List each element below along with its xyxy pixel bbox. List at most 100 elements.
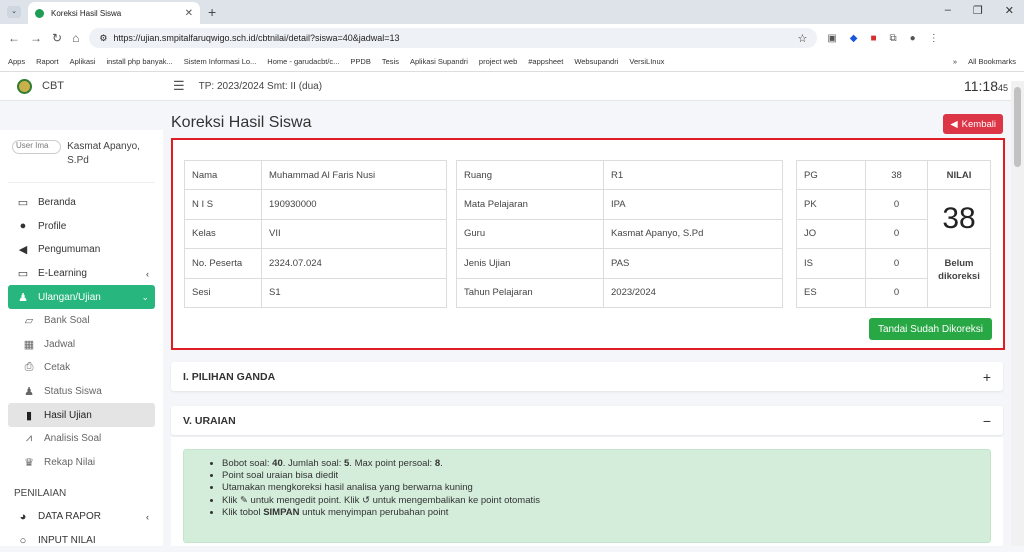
home-icon[interactable]: ⌂ <box>72 31 79 45</box>
bookmark-item[interactable]: #appsheet <box>528 57 563 66</box>
page-scrollbar[interactable] <box>1011 81 1024 546</box>
score-label: JO <box>796 218 866 250</box>
section-uraian[interactable]: V. URAIAN − <box>171 406 1003 435</box>
forward-arrow-icon[interactable]: → <box>30 31 42 45</box>
info-text: untuk mengedit point. Klik <box>247 494 362 506</box>
close-tab-icon[interactable]: ✕ <box>185 8 193 19</box>
chevron-down-icon: ⌄ <box>141 291 149 302</box>
sidebar-item-data-rapor[interactable]: ◕ DATA RAPOR ‹ <box>8 505 155 529</box>
site-info-icon[interactable]: ⚙ <box>99 33 107 44</box>
file-icon: ▮ <box>25 409 33 422</box>
table-row: Guru Kasmat Apanyo, S.Pd <box>456 218 783 250</box>
back-button[interactable]: ◀ Kembali <box>943 114 1003 134</box>
bookmark-item[interactable]: Apps <box>8 57 25 66</box>
new-tab-button[interactable]: + <box>208 4 216 20</box>
sidebar-item-analisis-soal[interactable]: ⩘ Analisis Soal <box>8 427 155 451</box>
list-item: Utamakan mengkoreksi hasil analisa yang … <box>222 482 990 494</box>
extension-icon[interactable]: ◆ <box>850 33 858 44</box>
bookmark-item[interactable]: project web <box>479 57 517 66</box>
bookmark-item[interactable]: Sistem Informasi Lo... <box>184 57 257 66</box>
sidebar-item-profile[interactable]: ● Profile <box>8 215 155 239</box>
list-item: Bobot soal: 40. Jumlah soal: 5. Max poin… <box>222 458 990 470</box>
calendar-icon: ▦ <box>23 338 35 351</box>
scrollbar-thumb[interactable] <box>1014 87 1021 167</box>
sidebar-item-hasil-ujian[interactable]: ▮ Hasil Ujian <box>8 403 155 427</box>
menu-kebab-icon[interactable]: ⋮ <box>929 33 939 44</box>
sidebar-item-label: Jadwal <box>44 338 76 350</box>
sidebar-item-beranda[interactable]: ▭ Beranda <box>8 191 155 215</box>
url-text: https://ujian.smpitalfaruqwigo.sch.id/cb… <box>113 33 400 43</box>
bookmark-item[interactable]: install php banyak... <box>106 57 172 66</box>
section-pilihan-ganda[interactable]: I. PILIHAN GANDA + <box>171 362 1003 391</box>
bookmark-item[interactable]: Aplikasi Supandri <box>410 57 468 66</box>
puzzle-icon[interactable]: ⧉ <box>890 33 897 44</box>
minimize-icon[interactable]: – <box>945 4 951 17</box>
clock-time: 11:18 <box>963 78 998 94</box>
nilai-value: 38 <box>927 189 991 250</box>
field-label: Ruang <box>456 159 604 191</box>
mark-corrected-button[interactable]: Tandai Sudah Dikoreksi <box>868 318 992 340</box>
info-simpan: SIMPAN <box>263 506 300 518</box>
bookmark-item[interactable]: Tesis <box>382 57 399 66</box>
sidebar-item-elearning[interactable]: ▭ E-Learning ‹ <box>8 262 155 286</box>
user-avatar: User Ima <box>12 140 62 154</box>
app-topbar: CBT ☰ TP: 2023/2024 Smt: II (dua) 11:184… <box>0 72 1024 101</box>
user-name[interactable]: Kasmat Apanyo, S.Pd <box>67 140 153 168</box>
browser-tab[interactable]: Koreksi Hasil Siswa ✕ <box>28 2 200 24</box>
restore-icon[interactable]: ❐ <box>973 4 983 17</box>
sidebar-item-label: Rekap Nilai <box>44 456 96 468</box>
print-icon: ⎙ <box>24 361 34 374</box>
sidebar-item-rekap-nilai[interactable]: ♛ Rekap Nilai <box>8 451 155 475</box>
field-value: R1 <box>603 159 783 191</box>
table-row: N I S 190930000 <box>184 189 447 220</box>
window-controls: – ❐ ✕ <box>945 4 1014 17</box>
bookmark-item[interactable]: PPDB <box>350 57 370 66</box>
all-bookmarks[interactable]: All Bookmarks <box>968 57 1016 66</box>
brand[interactable]: CBT <box>0 78 163 94</box>
hamburger-menu-icon[interactable]: ☰ <box>173 78 185 94</box>
sidebar-item-input-nilai[interactable]: ○ INPUT NILAI <box>8 529 155 552</box>
more-bookmarks-icon[interactable]: » <box>953 57 957 66</box>
sidebar-item-jadwal[interactable]: ▦ Jadwal <box>8 333 155 357</box>
table-row: PK 0 38 <box>796 189 991 250</box>
score-label: IS <box>796 248 866 279</box>
bookmark-item[interactable]: Websupandri <box>574 57 618 66</box>
url-field[interactable]: ⚙ https://ujian.smpitalfaruqwigo.sch.id/c… <box>89 28 818 48</box>
sidebar-item-bank-soal[interactable]: ▱ Bank Soal <box>8 309 155 333</box>
uraian-body: Bobot soal: 40. Jumlah soal: 5. Max poin… <box>171 437 1003 546</box>
extensions: ▣ ◆ ■ ⧉ ● ⋮ <box>827 33 938 44</box>
section-title: I. PILIHAN GANDA <box>183 370 276 383</box>
undo-icon: ↺ <box>362 494 370 506</box>
score-value: 0 <box>865 218 928 250</box>
reload-icon[interactable]: ↻ <box>52 31 62 45</box>
bookmark-item[interactable]: Aplikasi <box>70 57 96 66</box>
back-arrow-icon[interactable]: ← <box>8 31 20 45</box>
field-label: Kelas <box>184 218 262 250</box>
sidebar-item-status-siswa[interactable]: ♟ Status Siswa <box>8 380 155 404</box>
extension-icon[interactable]: ▣ <box>827 33 836 44</box>
bookmark-star-icon[interactable]: ☆ <box>797 32 807 45</box>
sidebar-item-label: DATA RAPOR <box>38 511 101 523</box>
pencil-icon: ✎ <box>239 494 248 506</box>
minus-icon[interactable]: − <box>983 413 991 429</box>
folder-icon: ▱ <box>24 315 34 328</box>
profile-avatar-icon[interactable]: ● <box>910 33 916 44</box>
info-text: . Max point persoal: <box>349 458 435 469</box>
user-check-icon: ♟ <box>18 291 28 304</box>
sidebar-item-ulangan[interactable]: ♟ Ulangan/Ujian ⌄ <box>8 285 155 309</box>
tab-search-button[interactable]: ⌄ <box>7 6 21 18</box>
close-window-icon[interactable]: ✕ <box>1005 4 1014 17</box>
field-value: Muhammad Al Faris Nusi <box>261 159 447 191</box>
field-label: N I S <box>184 189 262 220</box>
bookmark-item[interactable]: Home - garudacbt/c... <box>267 57 339 66</box>
plus-icon[interactable]: + <box>983 369 991 385</box>
info-text: . Jumlah soal: <box>282 458 344 469</box>
sidebar-item-cetak[interactable]: ⎙ Cetak <box>8 356 155 380</box>
bookmark-item[interactable]: Raport <box>36 57 59 66</box>
info-text: . <box>440 458 443 469</box>
bookmark-item[interactable]: VersiLInux <box>629 57 664 66</box>
extension-icon[interactable]: ■ <box>870 33 876 44</box>
arrow-circle-left-icon: ◀ <box>950 118 958 130</box>
sidebar-item-pengumuman[interactable]: ◀ Pengumuman <box>8 238 155 262</box>
list-item: Point soal uraian bisa diedit <box>222 470 990 482</box>
